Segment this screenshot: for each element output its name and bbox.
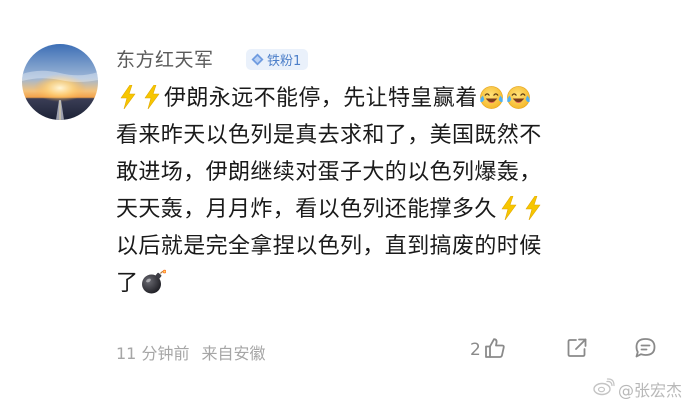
comment-meta: 11 分钟前 来自安徽 (116, 340, 265, 364)
comment-line: 敢进场，伊朗继续对蛋子大的以色列爆轰， (116, 160, 542, 185)
lightning-emoji (500, 196, 518, 220)
watermark: @张宏杰 (593, 377, 682, 401)
comment-line: 了 (116, 265, 676, 302)
lightning-emoji (143, 85, 161, 109)
comment-icon (633, 336, 658, 365)
comment-line: 伊朗永远不能停，先让特皇赢着 (116, 80, 676, 117)
comment-line: 天天轰，月月炸，看以色列还能撑多久 (116, 191, 676, 228)
fan-badge[interactable]: 铁粉1 (246, 49, 309, 70)
share-icon (565, 336, 589, 364)
thumbs-up-icon (483, 336, 507, 364)
lightning-emoji (524, 196, 542, 220)
comment-line: 以后就是完全拿捏以色列，直到搞废的时候 (116, 234, 542, 259)
bomb-emoji (142, 269, 167, 294)
comment-line: 看来昨天以色列是真去求和了，美国既然不 (116, 123, 542, 148)
laughing-tears-emoji (506, 85, 531, 110)
reply-button[interactable] (633, 336, 658, 365)
timestamp: 11 分钟前 (116, 344, 190, 363)
laughing-tears-emoji (479, 85, 504, 110)
like-button[interactable]: 2 (470, 336, 507, 364)
comment-author[interactable]: 东方红天军 (116, 45, 214, 72)
watermark-text: @张宏杰 (617, 381, 682, 400)
fan-badge-label: 铁粉1 (267, 54, 302, 69)
location: 来自安徽 (201, 344, 266, 363)
avatar[interactable] (22, 44, 98, 120)
share-button[interactable] (565, 336, 589, 364)
weibo-logo-icon (593, 378, 615, 400)
diamond-icon (251, 53, 264, 66)
like-count: 2 (470, 340, 481, 360)
comment-text: 伊朗永远不能停，先让特皇赢着 看来昨天以色列是真去求和了，美国既然不 敢进场，伊… (116, 80, 676, 302)
lightning-emoji (119, 85, 137, 109)
